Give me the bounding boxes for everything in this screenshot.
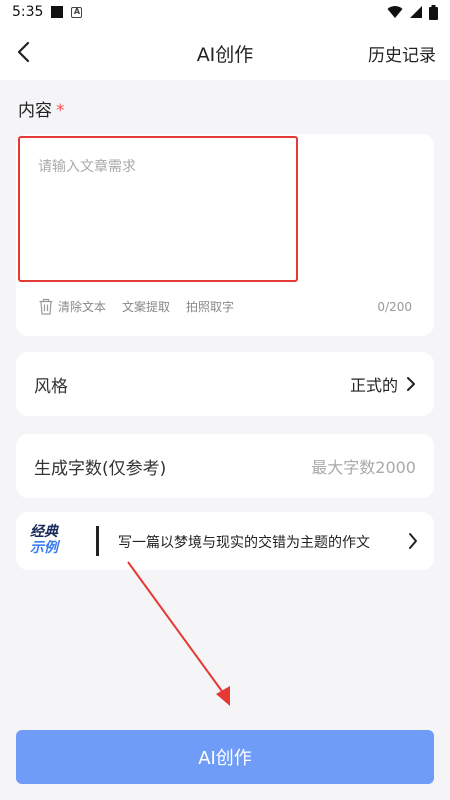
char-counter: 0/200: [377, 300, 412, 314]
content-input[interactable]: [20, 138, 296, 280]
content-tools: 清除文本 文案提取 拍照取字: [38, 298, 250, 315]
notification-a-icon: A: [71, 6, 83, 18]
style-value-text: 正式的: [349, 376, 398, 395]
word-count-input[interactable]: 最大字数2000: [311, 454, 416, 478]
content-label: 内容 *: [18, 96, 65, 121]
chevron-right-icon: [407, 377, 415, 391]
word-count-label: 生成字数(仅参考): [34, 458, 167, 479]
extract-copy-button[interactable]: 文案提取: [122, 298, 170, 315]
content-label-text: 内容: [18, 101, 52, 121]
content-card: 清除文本 文案提取 拍照取字 0/200: [16, 134, 434, 336]
clear-text-button[interactable]: 清除文本: [38, 298, 106, 315]
clear-text-label: 清除文本: [58, 300, 107, 314]
style-value: 正式的: [350, 372, 416, 396]
battery-icon: [429, 4, 438, 20]
history-button[interactable]: 历史记录: [368, 41, 436, 66]
ai-create-button[interactable]: AI创作: [16, 730, 434, 784]
signal-icon: [410, 6, 422, 18]
example-badge: 经典 示例: [30, 524, 74, 558]
word-count-row[interactable]: 生成字数(仅参考) 最大字数2000: [16, 434, 434, 498]
wifi-icon: [387, 6, 403, 19]
required-mark: *: [56, 101, 65, 121]
photo-ocr-label: 拍照取字: [186, 300, 235, 314]
chevron-right-icon: [409, 533, 417, 549]
example-row[interactable]: 经典 示例 写一篇以梦境与现实的交错为主题的作文: [16, 512, 434, 570]
nav-bar: AI创作 历史记录: [0, 24, 450, 80]
status-bar: 5:35 A: [0, 0, 450, 24]
extract-copy-label: 文案提取: [122, 300, 171, 314]
notification-square-icon: [51, 6, 64, 18]
example-divider: [96, 526, 99, 556]
example-text: 写一篇以梦境与现实的交错为主题的作文: [118, 535, 370, 551]
content-input-highlight: [18, 136, 298, 282]
example-badge-top: 经典: [30, 524, 58, 540]
style-label: 风格: [34, 376, 68, 397]
photo-ocr-button[interactable]: 拍照取字: [186, 298, 234, 315]
example-badge-bottom: 示例: [30, 540, 58, 556]
style-row[interactable]: 风格 正式的: [16, 352, 434, 416]
status-time: 5:35: [12, 4, 44, 20]
trash-icon: [39, 298, 53, 315]
